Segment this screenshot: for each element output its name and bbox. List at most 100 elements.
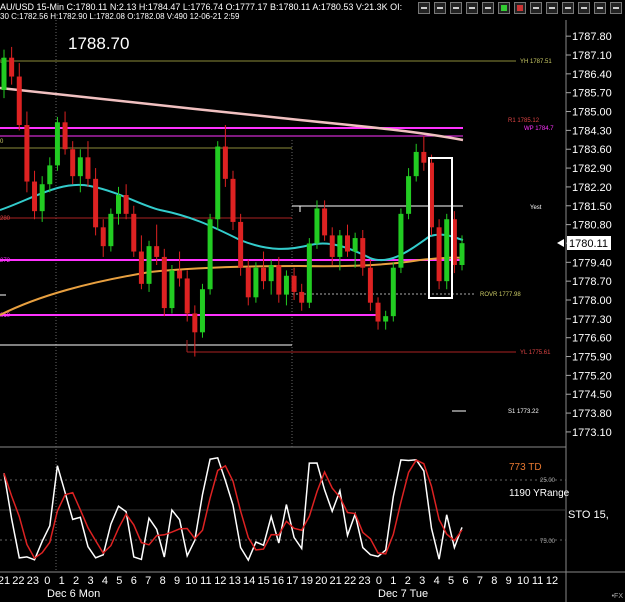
candle-body xyxy=(245,267,251,298)
price-tick-label: 1773.80 xyxy=(572,408,612,420)
time-tick-label: 5 xyxy=(448,575,454,587)
time-tick-label: 23 xyxy=(27,575,39,587)
candle-body xyxy=(322,208,328,236)
time-tick-label: 6 xyxy=(131,575,137,587)
candle-body xyxy=(261,267,267,282)
time-tick-label: 0 xyxy=(376,575,382,587)
time-tick-label: 11 xyxy=(532,575,543,587)
time-tick-label: 10 xyxy=(185,575,197,587)
sto-level-75-label: 75.00 xyxy=(540,539,556,545)
time-tick-label: 3 xyxy=(419,575,425,587)
candle-body xyxy=(108,213,114,247)
candle-body xyxy=(398,213,404,268)
price-tick-label: 1780.80 xyxy=(572,220,612,232)
time-tick-label: 6 xyxy=(462,575,468,587)
price-tick-label: 1785.00 xyxy=(572,107,612,119)
candle-body xyxy=(337,235,343,257)
price-tick-label: 1774.50 xyxy=(572,389,612,401)
candle-body xyxy=(62,122,68,150)
time-tick-label: 5 xyxy=(116,575,122,587)
time-tick-label: 7 xyxy=(145,575,151,587)
candle-body xyxy=(138,251,144,284)
candle-body xyxy=(32,181,38,212)
candle-body xyxy=(299,291,305,303)
time-tick-label: 2 xyxy=(73,575,79,587)
time-tick-label: 17 xyxy=(286,575,298,587)
day-label-mon: Dec 6 Mon xyxy=(47,588,100,600)
candle-body xyxy=(116,195,121,214)
candle-body xyxy=(85,157,91,179)
time-tick-label: 20 xyxy=(315,575,327,587)
time-tick-label: 21 xyxy=(0,575,10,587)
price-tick-label: 1781.50 xyxy=(572,201,612,213)
candle-body xyxy=(352,238,358,252)
candle-body xyxy=(367,267,373,303)
td-count-label: 773 TD xyxy=(509,462,542,473)
candle-body xyxy=(283,275,289,295)
time-tick-label: 4 xyxy=(102,575,108,587)
yh-label: YH 1787.51 xyxy=(520,59,552,65)
yl-label: YL 1775.61 xyxy=(520,350,551,356)
price-tick-label: 1787.80 xyxy=(572,31,612,43)
candle-body xyxy=(131,213,137,252)
candle-body xyxy=(192,313,198,333)
time-tick-label: 7 xyxy=(477,575,483,587)
candle-body xyxy=(345,235,350,252)
yrange-label: 1190 YRange xyxy=(509,488,570,499)
candlestick-series xyxy=(1,46,465,357)
candle-body xyxy=(238,221,244,268)
time-tick-label: 11 xyxy=(200,575,211,587)
time-tick-label: 15 xyxy=(257,575,269,587)
price-tick-label: 1776.60 xyxy=(572,333,612,345)
price-tick-label: 1778.70 xyxy=(572,276,612,288)
yest-label: Yest xyxy=(530,205,542,211)
time-tick-label: 9 xyxy=(174,575,180,587)
fx-footer: •FX xyxy=(611,593,623,600)
candle-body xyxy=(230,178,236,222)
price-chart[interactable]: YH 1787.51 R1 1785.12 WP 1784.7 Yest ROV… xyxy=(0,0,625,602)
time-tick-label: 8 xyxy=(491,575,497,587)
time-tick-label: 22 xyxy=(344,575,356,587)
candle-body xyxy=(161,256,167,309)
candle-body xyxy=(177,270,183,279)
wp-label: WP 1784.7 xyxy=(524,126,554,132)
left-level-label: 280 xyxy=(0,216,11,222)
candle-body xyxy=(100,227,106,247)
candle-body xyxy=(70,149,76,177)
time-tick-label: 23 xyxy=(358,575,370,587)
candle-body xyxy=(306,243,312,303)
price-tick-label: 1773.10 xyxy=(572,427,612,439)
candle-body xyxy=(24,125,30,182)
candle-body xyxy=(329,235,335,257)
candle-body xyxy=(459,243,465,265)
candle-body xyxy=(222,146,228,179)
candle-body xyxy=(169,270,175,309)
candle-body xyxy=(215,146,221,220)
s1-label: S1 1773.22 xyxy=(508,409,539,415)
candle-body xyxy=(16,76,22,125)
candle-body xyxy=(383,316,389,322)
candle-body xyxy=(444,219,450,282)
day-label-tue: Dec 7 Tue xyxy=(378,588,428,600)
time-tick-label: 10 xyxy=(517,575,529,587)
stochastic-k-line xyxy=(3,456,463,562)
left-level-label: 0 xyxy=(0,139,4,145)
candle-body xyxy=(54,122,60,166)
time-tick-label: 22 xyxy=(12,575,24,587)
time-tick-label: 9 xyxy=(506,575,512,587)
price-tick-label: 1782.90 xyxy=(572,163,612,175)
chart-window[interactable]: AU/USD 15-Min C:1780.11 N:2.13 H:1784.47… xyxy=(0,0,625,602)
price-tick-label: 1777.30 xyxy=(572,314,612,326)
candle-body xyxy=(360,238,366,268)
current-price-label: 1780.11 xyxy=(569,238,608,250)
price-tick-label: 1779.40 xyxy=(572,257,612,269)
candle-body xyxy=(207,219,213,290)
time-tick-label: 12 xyxy=(214,575,226,587)
candle-body xyxy=(9,57,15,77)
current-price-arrow-icon xyxy=(557,239,564,247)
candle-body xyxy=(39,184,45,212)
price-tick-label: 1786.40 xyxy=(572,69,612,81)
price-tick-label: 1783.60 xyxy=(572,144,612,156)
sto-label: STO 15, xyxy=(568,509,609,521)
time-tick-label: 8 xyxy=(160,575,166,587)
